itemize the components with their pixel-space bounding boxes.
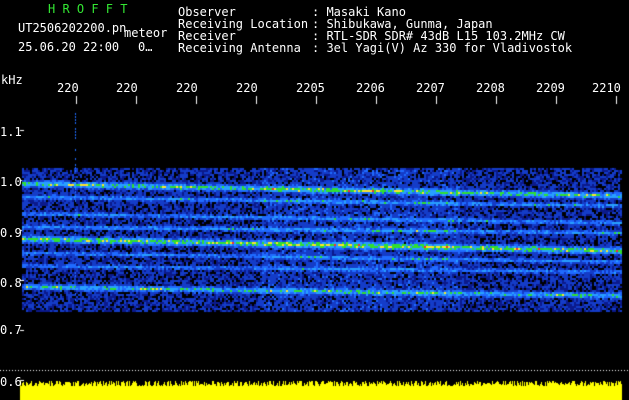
x-tick-label: 2206 — [356, 81, 385, 95]
y-tick-label: 1.0 — [0, 175, 22, 189]
x-tick-label: 2207 — [416, 81, 445, 95]
tag-label: meteor — [124, 26, 168, 40]
y-tick-label: 0.9 — [0, 226, 22, 240]
y-axis-unit: kHz — [1, 73, 23, 87]
header-value-antenna: : 3el Yagi(V) Az 330 for Vladivostok — [312, 41, 573, 55]
x-tick-label: 220 — [57, 81, 79, 95]
y-tick-label: 0.7 — [0, 323, 22, 337]
x-tick-label: 220 — [176, 81, 198, 95]
x-tick-label: 220 — [116, 81, 138, 95]
spectrogram-canvas — [0, 0, 629, 400]
y-tick-label: 0.6 — [0, 375, 22, 389]
header-label-antenna: Receiving Antenna — [178, 41, 301, 55]
x-tick-label: 220 — [236, 81, 258, 95]
file-name: UT2506202200.pn — [18, 21, 127, 35]
counter: 0… — [138, 40, 153, 54]
y-tick-label: 1.1 — [0, 125, 22, 139]
y-tick-label: 0.8 — [0, 276, 22, 290]
x-tick-label: 2208 — [476, 81, 505, 95]
datetime: 25.06.20 22:00 — [18, 40, 120, 54]
x-tick-label: 2209 — [536, 81, 565, 95]
app-title: H R O F F T — [48, 2, 128, 16]
x-tick-label: 2205 — [296, 81, 325, 95]
x-tick-label: 2210 — [592, 81, 621, 95]
